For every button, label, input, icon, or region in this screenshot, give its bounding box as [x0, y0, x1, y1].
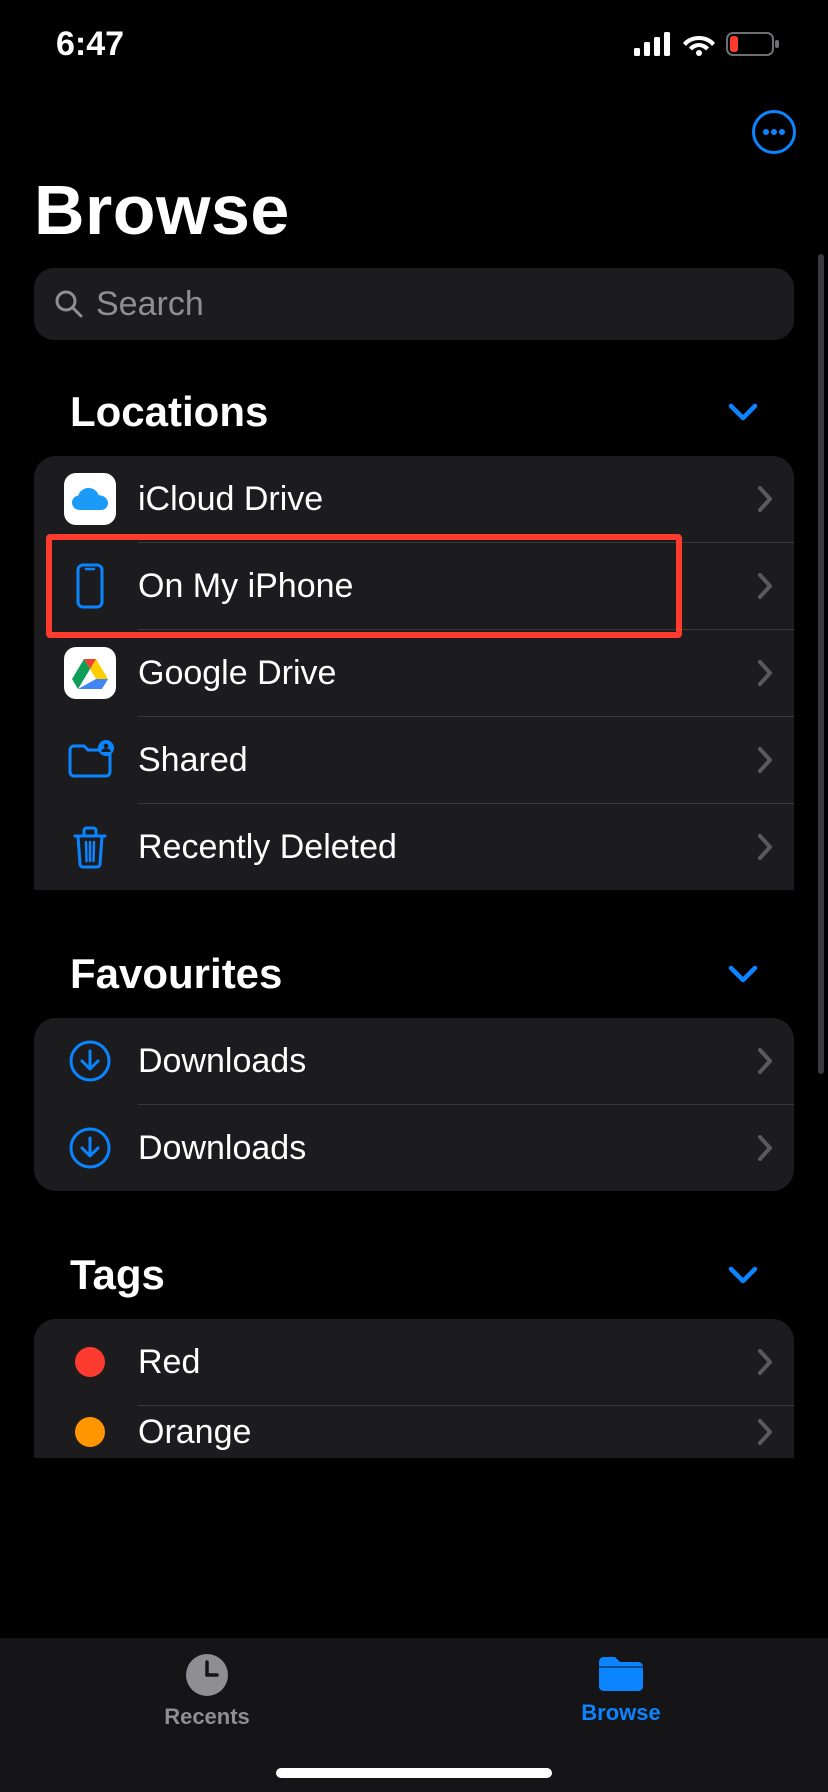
favourite-label: Downloads [138, 1042, 756, 1081]
locations-header[interactable]: Locations [34, 388, 794, 436]
location-label: iCloud Drive [138, 480, 756, 519]
location-item-recently-deleted[interactable]: Recently Deleted [34, 804, 794, 890]
tag-label: Orange [138, 1413, 756, 1452]
tags-title: Tags [70, 1251, 165, 1299]
wifi-icon [682, 32, 716, 56]
chevron-down-icon [728, 402, 758, 422]
favourites-list: Downloads Downloads [34, 1018, 794, 1191]
search-input[interactable]: Search [34, 268, 794, 340]
tag-dot-icon [62, 1334, 118, 1390]
status-bar: 6:47 [0, 0, 828, 88]
tab-label: Browse [581, 1700, 660, 1726]
ellipsis-icon [762, 128, 786, 136]
location-label: Recently Deleted [138, 828, 756, 867]
chevron-right-icon [756, 1347, 774, 1377]
location-label: Google Drive [138, 654, 756, 693]
clock-icon [184, 1652, 230, 1698]
location-item-shared[interactable]: Shared [34, 717, 794, 803]
favourite-label: Downloads [138, 1129, 756, 1168]
icloud-app-icon [62, 471, 118, 527]
locations-list: iCloud Drive On My iPhone [34, 456, 794, 890]
cellular-icon [634, 32, 672, 56]
nav-bar [752, 88, 796, 176]
location-item-google-drive[interactable]: Google Drive [34, 630, 794, 716]
page-title: Browse [34, 170, 794, 250]
favourites-title: Favourites [70, 950, 282, 998]
location-item-on-my-iphone[interactable]: On My iPhone [34, 543, 794, 629]
chevron-right-icon [756, 745, 774, 775]
chevron-right-icon [756, 1133, 774, 1163]
favourites-header[interactable]: Favourites [34, 950, 794, 998]
tags-list: Red Orange [34, 1319, 794, 1458]
status-indicators [634, 32, 780, 56]
google-drive-app-icon [62, 645, 118, 701]
content-scroll[interactable]: Browse Search Locations iCloud Drive [0, 164, 828, 1638]
favourite-item-downloads[interactable]: Downloads [34, 1018, 794, 1104]
tags-header[interactable]: Tags [34, 1251, 794, 1299]
download-icon [62, 1120, 118, 1176]
chevron-right-icon [756, 484, 774, 514]
download-icon [62, 1033, 118, 1089]
location-label: On My iPhone [138, 567, 756, 606]
chevron-right-icon [756, 658, 774, 688]
tag-item-red[interactable]: Red [34, 1319, 794, 1405]
tag-dot-icon [62, 1406, 118, 1458]
tag-item-orange[interactable]: Orange [34, 1406, 794, 1458]
battery-low-icon [726, 32, 780, 56]
chevron-right-icon [756, 1417, 774, 1447]
chevron-right-icon [756, 832, 774, 862]
search-icon [54, 289, 84, 319]
chevron-right-icon [756, 571, 774, 601]
location-label: Shared [138, 741, 756, 780]
tab-bar: Recents Browse [0, 1638, 828, 1792]
favourite-item-downloads[interactable]: Downloads [34, 1105, 794, 1191]
folder-icon [595, 1652, 647, 1694]
shared-folder-icon [62, 732, 118, 788]
more-button[interactable] [752, 110, 796, 154]
locations-title: Locations [70, 388, 268, 436]
chevron-right-icon [756, 1046, 774, 1076]
search-placeholder: Search [96, 285, 204, 324]
tab-label: Recents [164, 1704, 250, 1730]
scroll-indicator[interactable] [818, 254, 824, 1074]
trash-icon [62, 819, 118, 875]
chevron-down-icon [728, 1265, 758, 1285]
location-item-icloud[interactable]: iCloud Drive [34, 456, 794, 542]
tag-label: Red [138, 1343, 756, 1382]
clock-time: 6:47 [56, 25, 124, 64]
iphone-icon [62, 558, 118, 614]
chevron-down-icon [728, 964, 758, 984]
home-indicator[interactable] [276, 1768, 552, 1778]
